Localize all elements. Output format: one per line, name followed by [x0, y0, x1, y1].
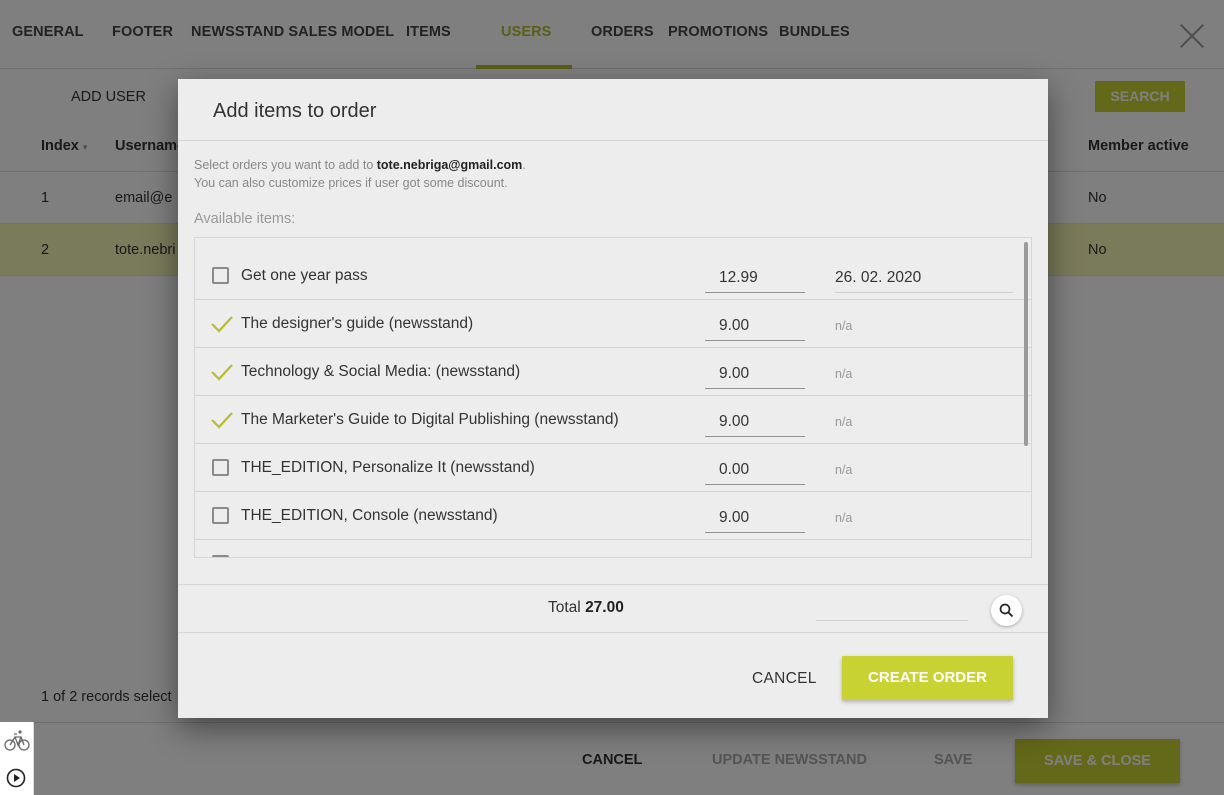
- date-input[interactable]: 26. 02. 2020: [835, 261, 1013, 293]
- checkmark-icon[interactable]: [210, 314, 234, 334]
- list-item: Get one year pass 12.99 26. 02. 2020: [195, 252, 1031, 300]
- item-name: The Marketer's Guide to Digital Publishi…: [241, 411, 619, 428]
- add-items-dialog: Add items to order Select orders you wan…: [178, 79, 1048, 718]
- date-value: n/a: [835, 415, 853, 429]
- list-item: The designer's guide (newsstand) 9.00 n/…: [195, 300, 1031, 348]
- dialog-info-discount: You can also customize prices if user go…: [194, 176, 508, 190]
- list-item: Technology & Social Media: (newsstand) 9…: [195, 348, 1031, 396]
- list-item: The Marketer's Guide to Digital Publishi…: [195, 396, 1031, 444]
- checkbox[interactable]: [212, 267, 229, 284]
- bicycle-icon[interactable]: [4, 728, 30, 752]
- item-name: THE_EDITION, Personalize It (newsstand): [241, 459, 535, 476]
- price-input[interactable]: 9.00: [705, 501, 805, 533]
- item-name: Get one year pass: [241, 267, 368, 284]
- date-value: n/a: [835, 367, 853, 381]
- date-value: n/a: [835, 511, 853, 525]
- total-value: 27.00: [585, 599, 624, 616]
- divider: [178, 632, 1048, 633]
- checkmark-icon[interactable]: [210, 410, 234, 430]
- items-list: Get one year pass 12.99 26. 02. 2020 The…: [194, 237, 1032, 558]
- search-icon: [999, 603, 1014, 618]
- create-order-button[interactable]: CREATE ORDER: [842, 656, 1013, 700]
- dialog-title: Add items to order: [213, 100, 377, 122]
- price-input[interactable]: 0.00: [705, 453, 805, 485]
- price-input[interactable]: 9.00: [705, 309, 805, 341]
- item-name: Technology & Social Media: (newsstand): [241, 363, 521, 380]
- date-value: n/a: [835, 463, 853, 477]
- list-item: THE_EDITION, Console (newsstand) 9.00 n/…: [195, 492, 1031, 540]
- divider: [178, 584, 1048, 585]
- price-input[interactable]: 9.00: [705, 405, 805, 437]
- item-name: THE_EDITION, Console (newsstand): [241, 507, 498, 524]
- divider: [178, 140, 1048, 141]
- item-name: The designer's guide (newsstand): [241, 315, 474, 332]
- date-value: n/a: [835, 319, 853, 333]
- checkbox[interactable]: [212, 507, 229, 524]
- item-search-input[interactable]: [816, 620, 968, 621]
- checkbox[interactable]: [212, 555, 229, 557]
- user-email: tote.nebriga@gmail.com: [376, 158, 523, 172]
- scrollbar[interactable]: [1024, 242, 1028, 446]
- search-button[interactable]: [991, 595, 1022, 626]
- price-input[interactable]: 12.99: [705, 261, 805, 293]
- dialog-info: Select orders you want to add to tote.ne…: [194, 158, 526, 172]
- side-widget: [0, 722, 34, 795]
- checkmark-icon[interactable]: [210, 362, 234, 382]
- dialog-cancel-button[interactable]: CANCEL: [752, 670, 817, 688]
- price-input[interactable]: 9.00: [705, 357, 805, 389]
- checkbox[interactable]: [212, 459, 229, 476]
- list-item: [195, 540, 1031, 557]
- list-item: THE_EDITION, Personalize It (newsstand) …: [195, 444, 1031, 492]
- play-icon[interactable]: [6, 768, 26, 788]
- order-total: Total 27.00: [548, 599, 624, 616]
- available-items-label: Available items:: [194, 211, 296, 227]
